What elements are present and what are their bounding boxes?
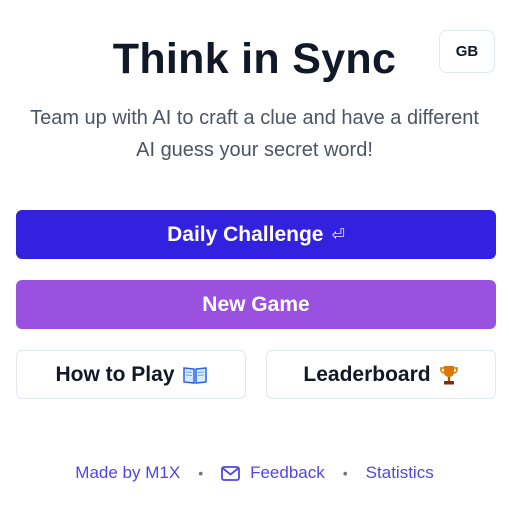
new-game-label: New Game <box>202 292 310 316</box>
daily-challenge-button[interactable]: Daily Challenge ⏎ <box>16 210 496 259</box>
app-page: Think in Sync GB Team up with AI to craf… <box>0 0 509 509</box>
book-icon <box>182 366 207 384</box>
how-to-play-button[interactable]: How to Play <box>16 350 246 399</box>
how-to-play-label: How to Play <box>55 362 175 386</box>
footer: Made by M1X • Feedback • Statistics <box>0 460 509 486</box>
language-label: GB <box>455 43 479 60</box>
page-title: Think in Sync <box>112 35 397 83</box>
statistics-link[interactable]: Statistics <box>366 463 434 483</box>
trophy-icon <box>439 364 459 386</box>
made-by-link[interactable]: Made by M1X <box>75 463 180 483</box>
footer-separator: • <box>342 465 348 481</box>
language-button[interactable]: GB <box>439 30 495 73</box>
feedback-link[interactable]: Feedback <box>221 463 325 483</box>
daily-challenge-label: Daily Challenge <box>167 222 324 246</box>
mail-icon <box>221 465 240 481</box>
page-subtitle: Team up with AI to craft a clue and have… <box>30 107 479 161</box>
new-game-button[interactable]: New Game <box>16 280 496 329</box>
feedback-label: Feedback <box>250 463 325 482</box>
return-arrow-icon: ⏎ <box>331 226 345 244</box>
leaderboard-label: Leaderboard <box>303 362 431 386</box>
footer-separator: • <box>198 465 204 481</box>
leaderboard-button[interactable]: Leaderboard <box>266 350 496 399</box>
